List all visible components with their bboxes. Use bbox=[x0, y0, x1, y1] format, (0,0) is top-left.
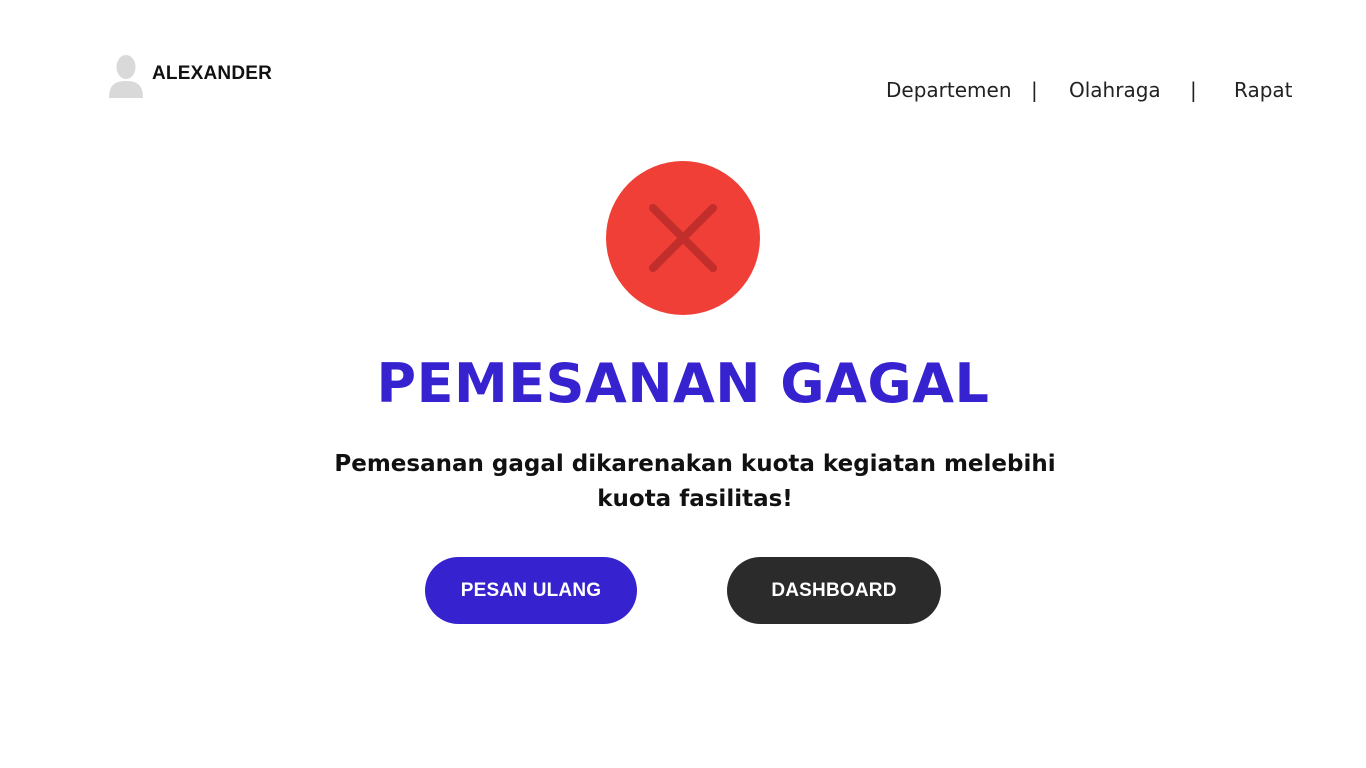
dashboard-button[interactable]: DASHBOARD bbox=[727, 557, 941, 624]
nav-separator: | bbox=[1190, 78, 1197, 102]
retry-button[interactable]: PESAN ULANG bbox=[425, 557, 637, 624]
nav-link-olahraga[interactable]: Olahraga bbox=[1069, 76, 1161, 104]
status-message: Pemesanan gagal dikarenakan kuota kegiat… bbox=[334, 451, 1056, 512]
status-title: PEMESANAN GAGAL bbox=[376, 352, 990, 415]
user-profile: ALEXANDER bbox=[108, 54, 272, 100]
nav-separator: | bbox=[1031, 78, 1038, 102]
user-avatar-icon bbox=[109, 55, 143, 98]
user-name: ALEXANDER bbox=[152, 63, 273, 84]
nav-link-departemen[interactable]: Departemen bbox=[886, 76, 1012, 104]
close-circle-icon bbox=[606, 161, 760, 315]
nav-link-rapat[interactable]: Rapat bbox=[1234, 76, 1293, 104]
